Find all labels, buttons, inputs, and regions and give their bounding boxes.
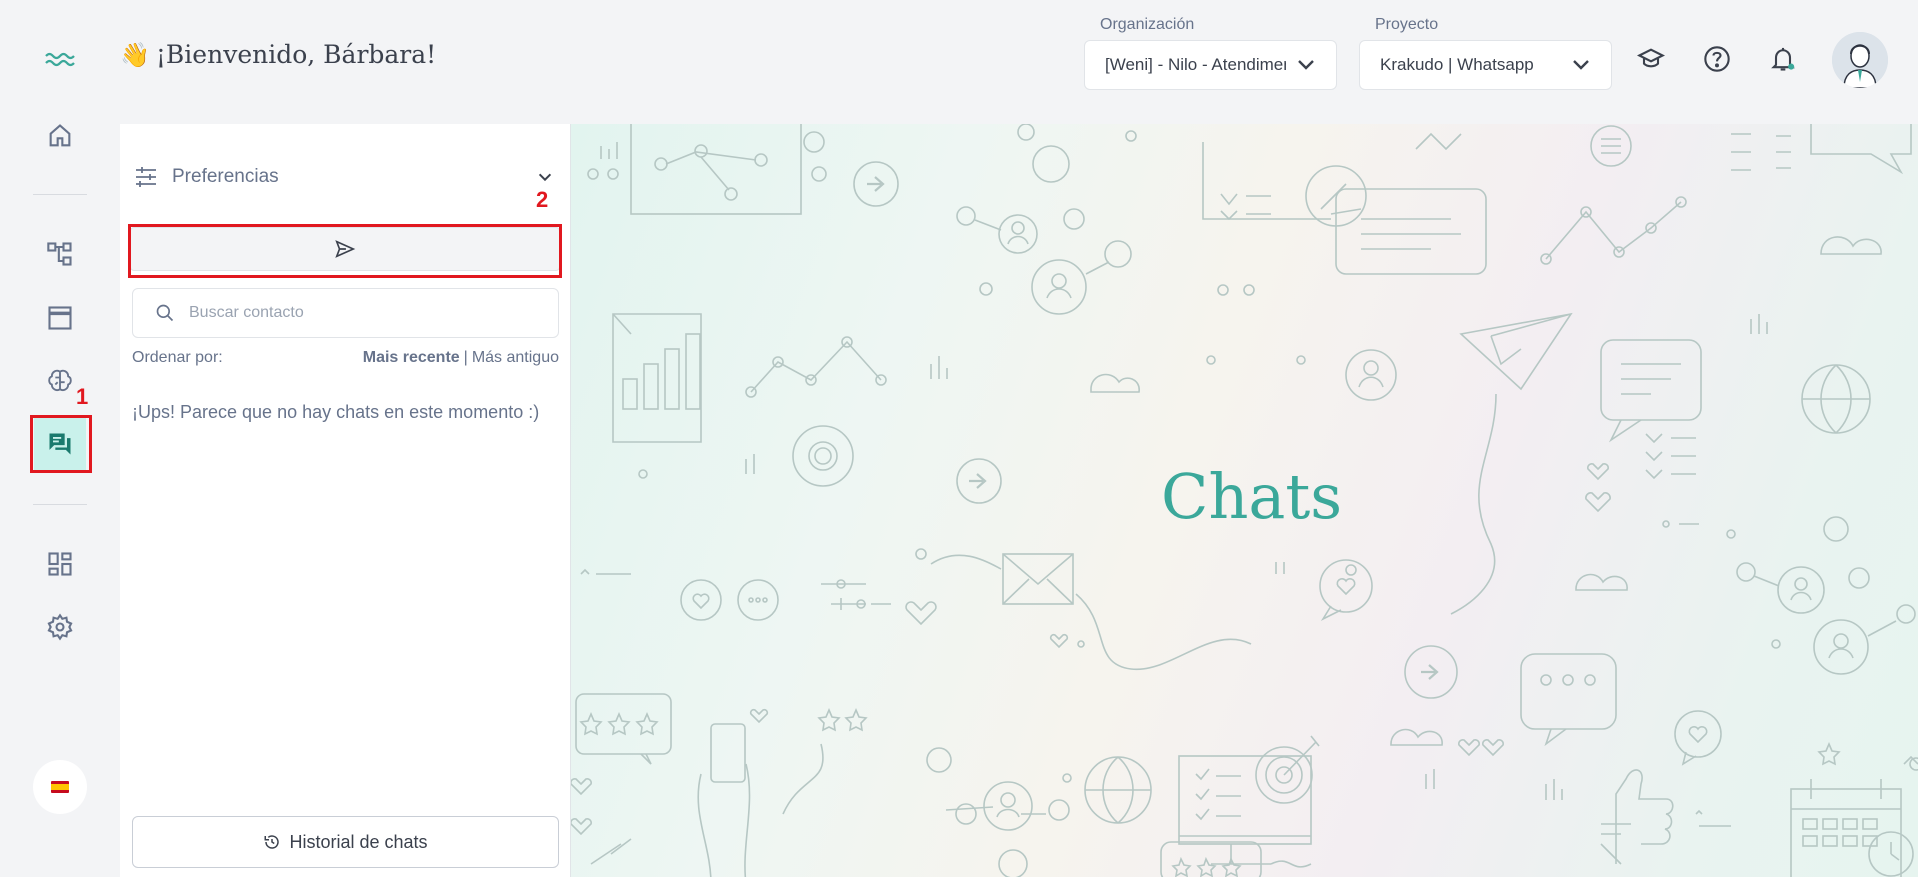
user-avatar-icon — [1832, 32, 1888, 88]
sort-order: Ordenar por: Mais recente | Más antiguo — [132, 349, 559, 367]
chat-sidebar: Preferencias Ordenar por: Mais recente |… — [120, 124, 570, 877]
order-label: Ordenar por: — [132, 349, 223, 366]
left-rail — [0, 0, 120, 877]
order-most-recent[interactable]: Mais recente — [363, 349, 460, 367]
dashboard-icon — [48, 552, 72, 576]
user-avatar[interactable] — [1832, 32, 1888, 88]
nav-browser[interactable] — [34, 292, 86, 344]
graduation-cap-icon — [1637, 48, 1665, 68]
send-flow-button[interactable] — [130, 227, 560, 271]
organization-value: [Weni] - Nilo - Atendimento — [1105, 55, 1286, 74]
chats-main-area: Chats — [570, 124, 1918, 877]
welcome-heading: 👋 ¡Bienvenido, Bárbara! — [120, 40, 436, 69]
flows-icon — [47, 242, 72, 266]
bell-icon — [1771, 47, 1795, 71]
history-label: Historial de chats — [289, 831, 428, 852]
sliders-icon — [136, 167, 156, 187]
annotation-number-1: 1 — [76, 384, 89, 409]
welcome-text: ¡Bienvenido, Bárbara! — [155, 40, 437, 69]
settings-icon — [47, 613, 73, 641]
chevron-down-icon — [538, 173, 552, 182]
nav-home[interactable] — [34, 110, 86, 162]
search-input[interactable] — [189, 304, 539, 322]
notifications-button[interactable] — [1768, 44, 1798, 74]
academy-button[interactable] — [1636, 44, 1666, 74]
nav-dashboard[interactable] — [34, 538, 86, 590]
chevron-down-icon — [1298, 60, 1314, 70]
browser-icon — [48, 306, 72, 330]
order-oldest[interactable]: Más antiguo — [472, 349, 559, 367]
order-separator: | — [463, 349, 468, 366]
chat-history-button[interactable]: Historial de chats — [132, 816, 559, 868]
spain-flag-icon — [51, 781, 69, 793]
nav-chats[interactable] — [34, 418, 86, 470]
organization-group: Organización [Weni] - Nilo - Atendimento — [1084, 16, 1337, 90]
rail-divider — [33, 194, 87, 195]
weni-logo-icon[interactable] — [45, 51, 75, 69]
annotation-number-2: 2 — [536, 187, 549, 212]
language-selector[interactable] — [33, 760, 87, 814]
project-value: Krakudo | Whatsapp — [1380, 55, 1534, 74]
organization-select[interactable]: [Weni] - Nilo - Atendimento — [1084, 40, 1337, 90]
empty-chats-message: ¡Ups! Parece que no hay chats en este mo… — [132, 402, 540, 422]
contact-search[interactable] — [132, 288, 559, 338]
brain-icon — [48, 369, 72, 392]
chevron-down-icon — [1573, 60, 1589, 70]
home-icon — [49, 124, 71, 147]
rail-divider — [33, 504, 87, 505]
project-group: Proyecto Krakudo | Whatsapp — [1359, 16, 1612, 90]
search-icon — [156, 304, 174, 322]
send-icon — [335, 240, 356, 258]
history-icon — [264, 835, 280, 849]
organization-label: Organización — [1100, 16, 1195, 33]
preferences-label: Preferencias — [172, 166, 279, 187]
preferences-toggle[interactable]: Preferencias — [134, 162, 554, 192]
help-icon — [1704, 46, 1730, 72]
nav-flows[interactable] — [34, 228, 86, 280]
chats-icon — [49, 433, 71, 455]
nav-settings[interactable] — [34, 601, 86, 653]
project-label: Proyecto — [1375, 16, 1439, 33]
chats-title: Chats — [1161, 460, 1343, 533]
project-select[interactable]: Krakudo | Whatsapp — [1359, 40, 1612, 90]
waving-hand-icon: 👋 — [120, 40, 150, 69]
help-button[interactable] — [1702, 44, 1732, 74]
